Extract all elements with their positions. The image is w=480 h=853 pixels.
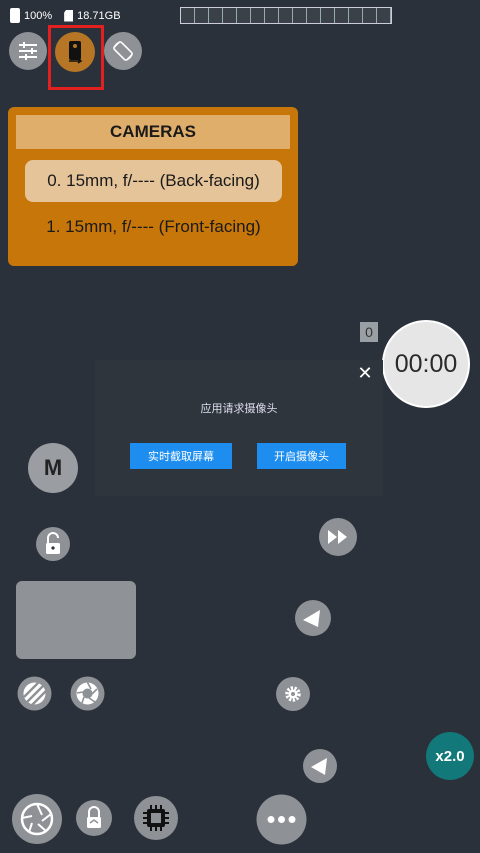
camera-option-front[interactable]: 1. 15mm, f/---- (Front-facing) bbox=[25, 206, 282, 248]
dialog-title: 应用请求摄像头 bbox=[200, 403, 278, 415]
exposure-button-lower[interactable] bbox=[302, 748, 338, 784]
close-icon[interactable]: ✕ bbox=[356, 363, 374, 383]
shot-counter: 0 bbox=[360, 322, 378, 342]
highlight-box bbox=[48, 25, 104, 90]
camera-option-back[interactable]: 0. 15mm, f/---- (Back-facing) bbox=[25, 160, 282, 202]
more-dots-icon bbox=[256, 794, 307, 845]
zebra-stripes-icon bbox=[17, 676, 52, 711]
sd-card-icon bbox=[64, 9, 74, 22]
gear-icon bbox=[276, 677, 310, 711]
zoom-button[interactable]: x2.0 bbox=[426, 732, 474, 780]
settings-button[interactable] bbox=[9, 32, 47, 70]
fast-forward-button[interactable] bbox=[318, 517, 358, 557]
triangle-icon bbox=[303, 749, 337, 783]
lock-icon bbox=[76, 800, 112, 836]
battery-icon bbox=[10, 8, 20, 23]
manual-mode-button[interactable]: M bbox=[28, 443, 78, 493]
fast-forward-icon bbox=[319, 518, 357, 556]
zebra-button[interactable] bbox=[16, 675, 53, 712]
gallery-thumbnail[interactable] bbox=[16, 581, 136, 659]
storage-free: 18.71GB bbox=[77, 9, 121, 22]
camera-settings-button[interactable] bbox=[275, 676, 311, 712]
permission-dialog bbox=[95, 360, 383, 496]
recording-timer[interactable]: 00:00 bbox=[382, 320, 470, 408]
aperture-icon bbox=[12, 794, 62, 844]
cameras-title: CAMERAS bbox=[16, 115, 290, 149]
aperture-button[interactable] bbox=[69, 675, 106, 712]
chip-icon bbox=[134, 796, 178, 840]
exposure-lock-button[interactable] bbox=[35, 526, 71, 562]
settings-icon bbox=[19, 42, 37, 60]
more-options-button[interactable] bbox=[256, 794, 307, 845]
lock-orientation-button[interactable] bbox=[75, 799, 113, 837]
aperture-icon bbox=[70, 676, 105, 711]
battery-level: 100% bbox=[24, 9, 53, 22]
processor-button[interactable] bbox=[133, 795, 179, 841]
exposure-button-upper[interactable] bbox=[294, 599, 332, 637]
triangle-icon bbox=[295, 600, 331, 636]
unlock-icon bbox=[36, 527, 70, 561]
auto-rotate-icon bbox=[113, 41, 133, 61]
open-camera-button[interactable]: 开启摄像头 bbox=[257, 443, 346, 469]
screen-capture-button[interactable]: 实时截取屏幕 bbox=[130, 443, 232, 469]
histogram bbox=[180, 7, 392, 24]
shutter-button[interactable] bbox=[11, 793, 63, 845]
status-bar: 100% 18.71GB bbox=[10, 8, 121, 23]
auto-rotate-button[interactable] bbox=[104, 32, 142, 70]
